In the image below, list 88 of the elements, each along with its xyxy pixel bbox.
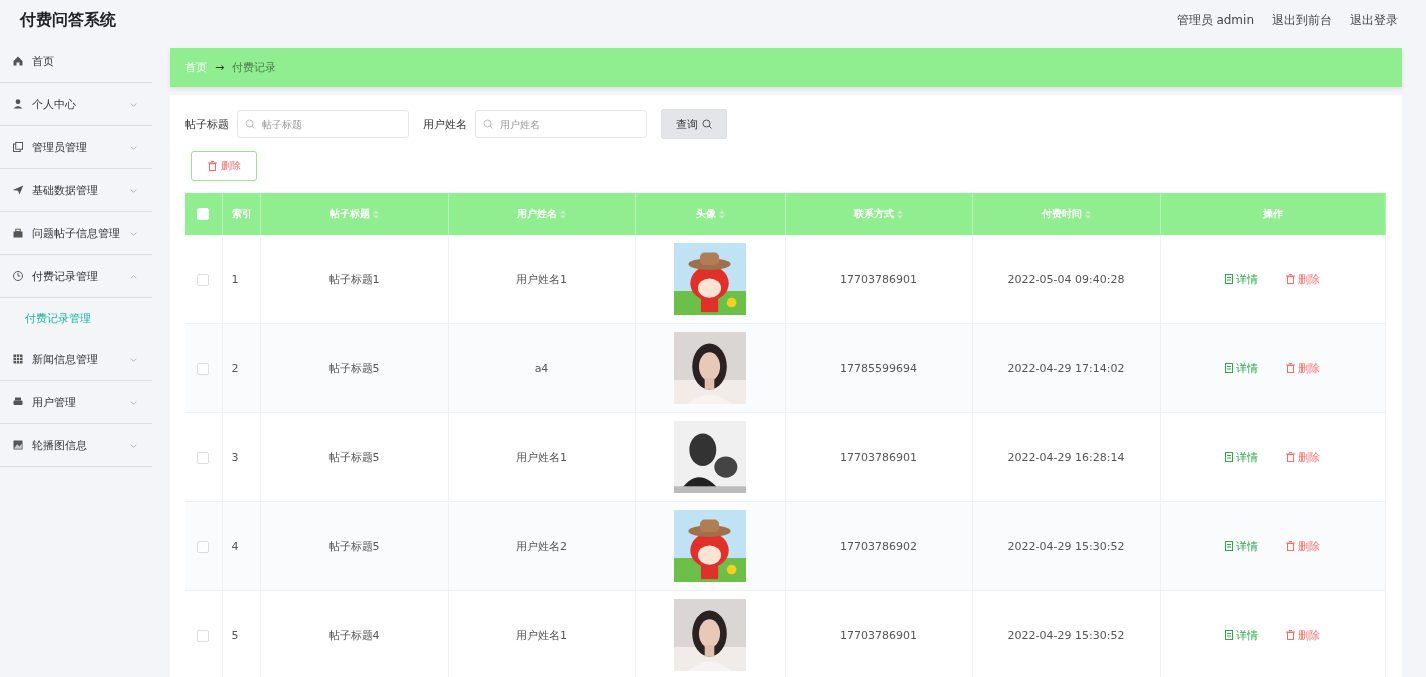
table-cell: 帖子标题5 bbox=[328, 539, 380, 553]
table-cell: 用户姓名2 bbox=[516, 539, 567, 553]
trash-icon bbox=[1286, 274, 1295, 284]
document-icon bbox=[1225, 541, 1233, 551]
search-icon bbox=[245, 119, 255, 129]
table-cell: 帖子标题4 bbox=[328, 628, 380, 642]
delete-link[interactable]: 删除 bbox=[1286, 538, 1320, 554]
home-icon bbox=[12, 55, 24, 67]
row-checkbox[interactable] bbox=[197, 362, 210, 375]
table-cell: 2022-04-29 16:28:14 bbox=[1007, 450, 1125, 464]
table-cell: 5 bbox=[231, 628, 239, 642]
sidebar-item[interactable]: 首页 bbox=[0, 40, 152, 83]
table-cell: 3 bbox=[231, 450, 239, 464]
delete-link[interactable]: 删除 bbox=[1286, 360, 1320, 376]
details-link[interactable]: 详情 bbox=[1225, 360, 1258, 376]
sidebar-item[interactable]: 付费记录管理 bbox=[0, 255, 152, 298]
filter-label: 帖子标题 bbox=[185, 116, 229, 132]
details-link[interactable]: 详情 bbox=[1225, 449, 1258, 465]
table-cell: 17703786901 bbox=[840, 450, 917, 464]
table-cell: 4 bbox=[231, 539, 239, 553]
search-field[interactable]: 帖子标题 bbox=[237, 110, 409, 138]
header-link[interactable]: 退出到前台 bbox=[1272, 11, 1332, 29]
trash-icon bbox=[1286, 452, 1295, 462]
header-link[interactable]: 退出登录 bbox=[1350, 11, 1398, 29]
table-cell: 用户姓名1 bbox=[516, 272, 567, 286]
send-icon bbox=[12, 184, 24, 196]
table-cell: 用户姓名1 bbox=[516, 628, 567, 642]
table-cell: 2022-04-29 15:30:52 bbox=[1007, 628, 1125, 642]
app-title: 付费问答系统 bbox=[20, 9, 116, 31]
delete-link[interactable]: 删除 bbox=[1286, 627, 1320, 643]
column-header: 操作 bbox=[1262, 207, 1283, 221]
table-cell: 2 bbox=[231, 361, 239, 375]
details-link[interactable]: 详情 bbox=[1225, 627, 1258, 643]
document-icon bbox=[1225, 363, 1233, 373]
table-cell: 帖子标题5 bbox=[328, 361, 380, 375]
sidebar-item[interactable]: 轮播图信息 bbox=[0, 424, 152, 467]
delete-link[interactable]: 删除 bbox=[1286, 449, 1320, 465]
delete-link[interactable]: 删除 bbox=[1286, 271, 1320, 287]
trash-icon bbox=[1286, 363, 1295, 373]
sidebar-subitem[interactable]: 付费记录管理 bbox=[0, 298, 152, 338]
table-cell: 1 bbox=[231, 272, 239, 286]
trash-icon bbox=[207, 161, 217, 171]
document-icon bbox=[1225, 630, 1233, 640]
sidebar-item[interactable]: 管理员管理 bbox=[0, 126, 152, 169]
sidebar-item[interactable]: 个人中心 bbox=[0, 83, 152, 126]
column-header: 索引 bbox=[231, 207, 252, 221]
table-cell: 17703786901 bbox=[840, 628, 917, 642]
table-cell: 2022-05-04 09:40:28 bbox=[1007, 272, 1125, 286]
row-checkbox[interactable] bbox=[197, 451, 210, 464]
search-icon bbox=[702, 119, 712, 129]
search-icon bbox=[483, 119, 493, 129]
row-checkbox[interactable] bbox=[197, 273, 210, 286]
search-button[interactable]: 查询 bbox=[661, 109, 727, 139]
details-link[interactable]: 详情 bbox=[1225, 538, 1258, 554]
table-cell: 2022-04-29 15:30:52 bbox=[1007, 539, 1125, 553]
grid-icon bbox=[12, 353, 24, 365]
printer-icon bbox=[12, 396, 24, 408]
breadcrumb-separator: → bbox=[215, 61, 225, 74]
search-field[interactable]: 用户姓名 bbox=[475, 110, 647, 138]
trash-icon bbox=[1286, 630, 1295, 640]
table-cell: a4 bbox=[534, 361, 549, 375]
filter-label: 用户姓名 bbox=[423, 116, 467, 132]
user-icon bbox=[12, 98, 24, 110]
table-cell: 17703786902 bbox=[840, 539, 917, 553]
details-link[interactable]: 详情 bbox=[1225, 271, 1258, 287]
delete-button[interactable]: 删除 bbox=[191, 151, 257, 181]
copy-icon bbox=[12, 141, 24, 153]
table-cell: 帖子标题5 bbox=[328, 450, 380, 464]
table-cell: 2022-04-29 17:14:02 bbox=[1007, 361, 1125, 375]
table-cell: 帖子标题1 bbox=[328, 272, 380, 286]
row-checkbox[interactable] bbox=[197, 540, 210, 553]
trash-icon bbox=[1286, 541, 1295, 551]
table-cell: 用户姓名1 bbox=[516, 450, 567, 464]
select-all-checkbox[interactable] bbox=[197, 208, 210, 220]
row-checkbox[interactable] bbox=[197, 629, 210, 642]
sidebar-item[interactable]: 新闻信息管理 bbox=[0, 338, 152, 381]
clock-icon bbox=[12, 270, 24, 282]
sidebar-item[interactable]: 问题帖子信息管理 bbox=[0, 212, 152, 255]
document-icon bbox=[1225, 274, 1233, 284]
header-link[interactable]: 管理员 admin bbox=[1176, 11, 1254, 29]
table-cell: 17785599694 bbox=[840, 361, 917, 375]
sidebar-item[interactable]: 用户管理 bbox=[0, 381, 152, 424]
image-icon bbox=[12, 439, 24, 451]
case-icon bbox=[12, 227, 24, 239]
document-icon bbox=[1225, 452, 1233, 462]
table-cell: 17703786901 bbox=[840, 272, 917, 286]
sidebar-item[interactable]: 基础数据管理 bbox=[0, 169, 152, 212]
breadcrumb-current: 付费记录 bbox=[232, 60, 277, 75]
